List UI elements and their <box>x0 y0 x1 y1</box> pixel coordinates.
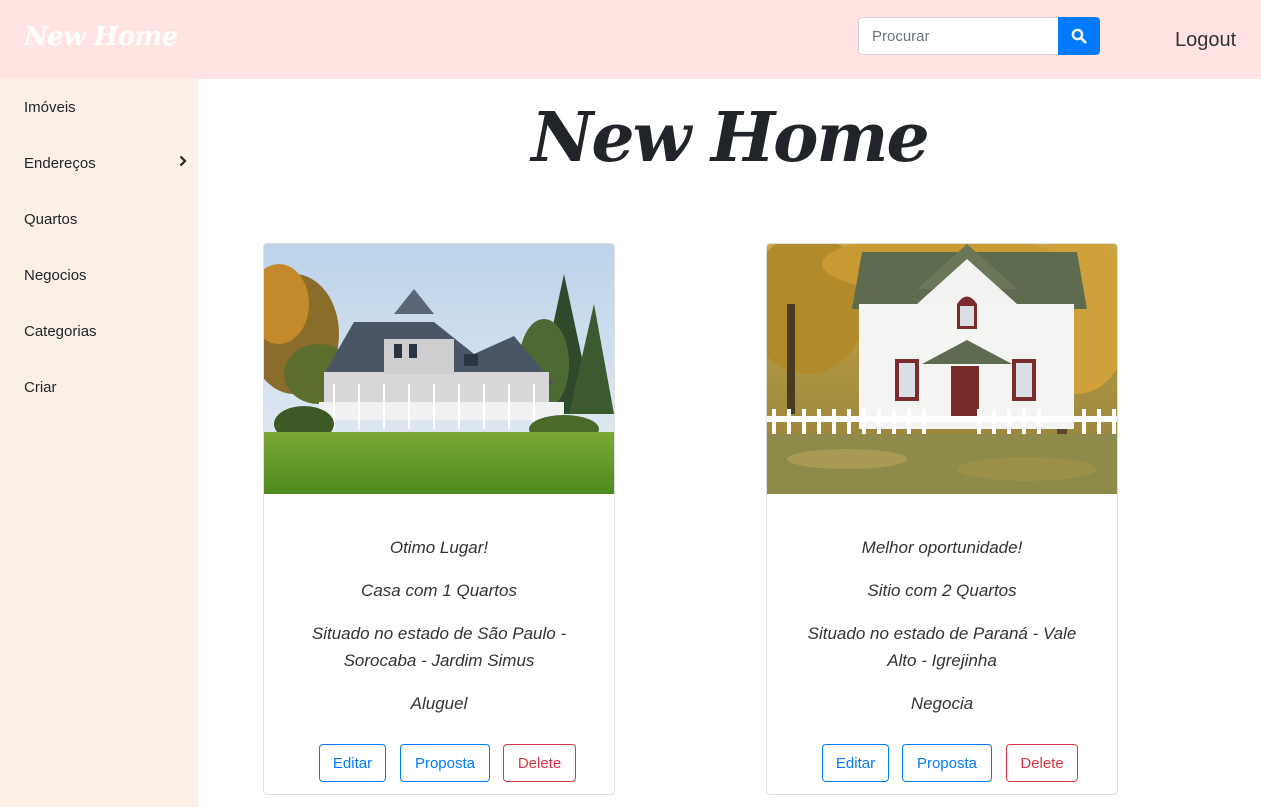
brand-logo[interactable]: New Home <box>24 22 178 52</box>
card-rooms: Sitio com 2 Quartos <box>867 581 1017 600</box>
sidebar-item-label: Categorias <box>24 322 97 340</box>
sidebar-item-label: Criar <box>24 378 57 396</box>
top-navbar: New Home Logout <box>0 0 1261 79</box>
card-location-line1: Situado no estado de Paraná - Vale <box>807 624 1077 643</box>
card-headline: Melhor oportunidade! <box>861 538 1023 557</box>
search-input[interactable] <box>858 17 1059 55</box>
proposal-button[interactable]: Proposta <box>400 744 490 782</box>
card-location-line2: Sorocaba - Jardim Simus <box>343 651 535 670</box>
property-card: Melhor oportunidade! Sitio com 2 Quartos… <box>766 243 1118 795</box>
sidebar-item-negocios[interactable]: Negocios <box>0 255 198 295</box>
edit-button[interactable]: Editar <box>822 744 889 782</box>
sidebar-item-label: Quartos <box>24 210 78 228</box>
card-deal-type: Negocia <box>910 694 974 713</box>
page-title: New Home <box>531 98 929 178</box>
sidebar-item-quartos[interactable]: Quartos <box>0 199 198 239</box>
property-photo <box>264 244 614 494</box>
logout-link[interactable]: Logout <box>1175 29 1236 52</box>
sidebar-item-criar[interactable]: Criar <box>0 367 198 407</box>
search-icon <box>1071 28 1087 44</box>
property-card: Otimo Lugar! Casa com 1 Quartos Situado … <box>263 243 615 795</box>
sidebar-item-label: Imóveis <box>24 98 76 116</box>
card-rooms: Casa com 1 Quartos <box>361 581 517 600</box>
sidebar-item-enderecos[interactable]: Endereços <box>0 143 198 183</box>
sidebar-item-categorias[interactable]: Categorias <box>0 311 198 351</box>
sidebar: Imóveis Endereços Quartos Negocios Categ… <box>0 79 198 807</box>
sidebar-item-imoveis[interactable]: Imóveis <box>0 87 198 127</box>
delete-button[interactable]: Delete <box>1006 744 1078 782</box>
card-headline: Otimo Lugar! <box>389 538 489 557</box>
chevron-right-icon <box>179 155 187 167</box>
edit-button[interactable]: Editar <box>319 744 386 782</box>
card-location-line1: Situado no estado de São Paulo - <box>311 624 567 643</box>
delete-button[interactable]: Delete <box>503 744 576 782</box>
property-photo <box>767 244 1117 494</box>
card-deal-type: Aluguel <box>410 694 468 713</box>
search-button[interactable] <box>1058 17 1100 55</box>
proposal-button[interactable]: Proposta <box>902 744 992 782</box>
sidebar-item-label: Endereços <box>24 154 96 172</box>
sidebar-item-label: Negocios <box>24 266 87 284</box>
card-location-line2: Alto - Igrejinha <box>887 651 997 670</box>
